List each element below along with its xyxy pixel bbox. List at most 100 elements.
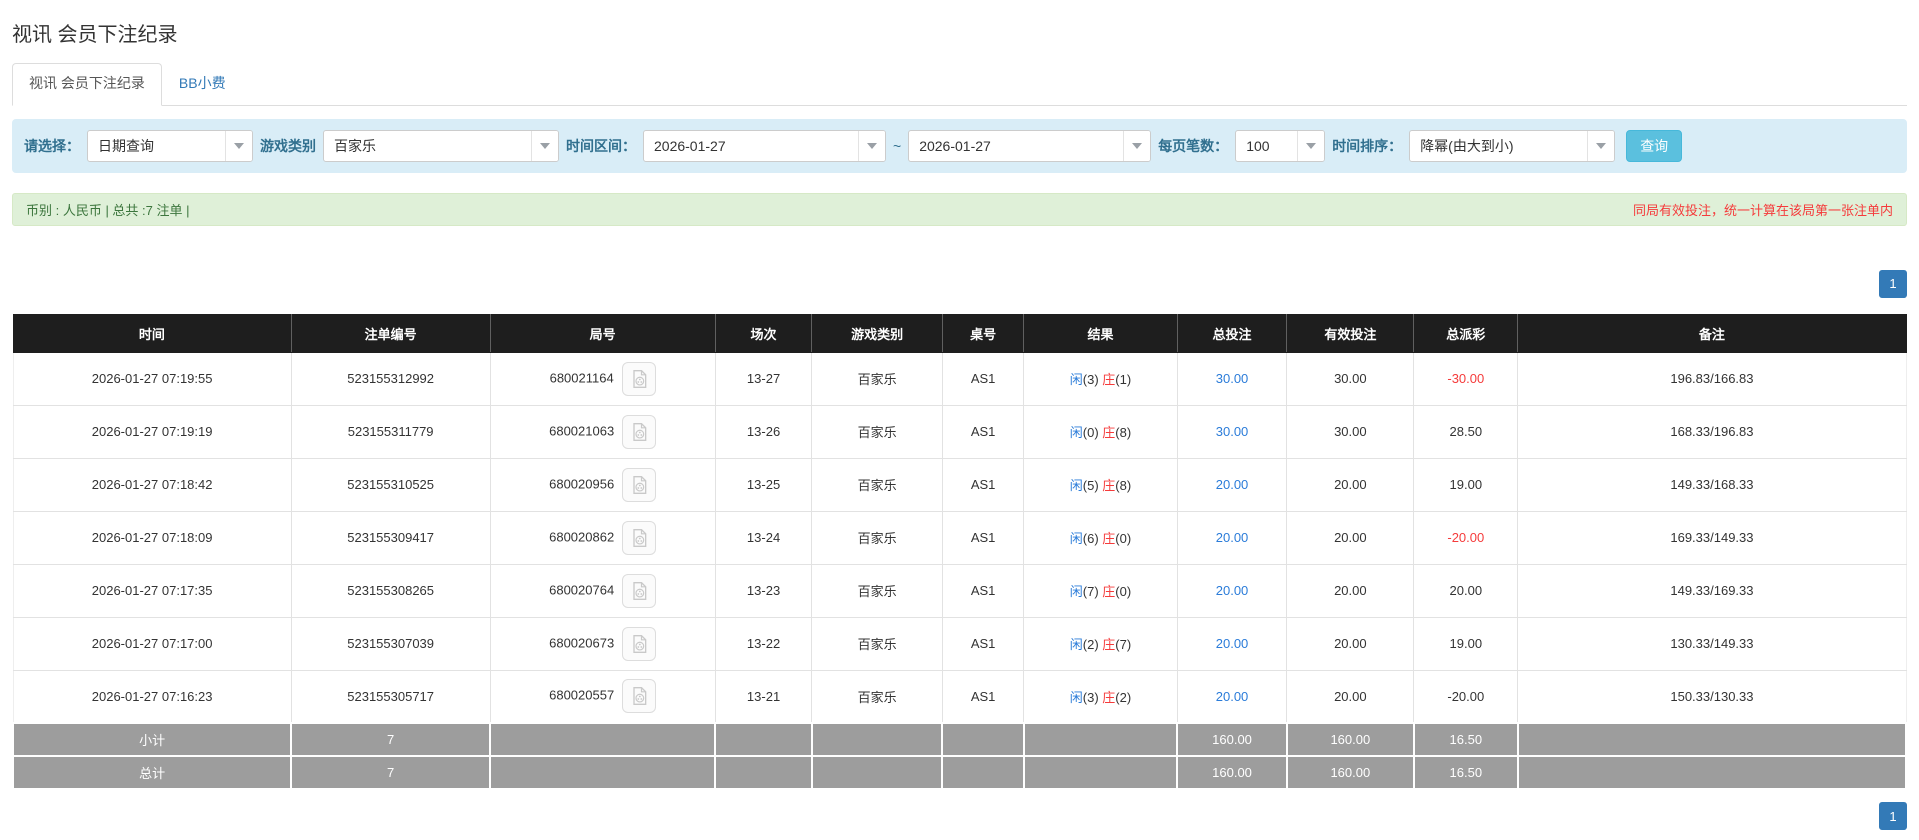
page-size-label: 每页笔数： — [1158, 137, 1229, 154]
summary-label-cell: 小计 — [11, 722, 293, 758]
page-size-value: 100 — [1246, 137, 1270, 154]
player-result-value: (5) — [1082, 478, 1099, 494]
chevron-down-icon[interactable] — [1123, 130, 1151, 161]
result-cell: 闲(0) 庄(8) — [1023, 405, 1178, 459]
game-type-cell: 百家乐 — [811, 458, 943, 512]
bet-id-cell: 523155308265 — [290, 564, 491, 618]
video-replay-button[interactable] — [622, 573, 657, 608]
date-to-picker[interactable]: 2026-01-27 — [908, 129, 1152, 162]
game-type-select[interactable]: 百家乐 — [323, 129, 559, 162]
date-from-picker[interactable]: 2026-01-27 — [643, 129, 886, 162]
remark-cell: 169.33/149.33 — [1517, 511, 1907, 565]
session-cell: 13-25 — [714, 458, 813, 512]
valid-bet-cell: 20.00 — [1286, 670, 1415, 724]
tab-bar: 视讯 会员下注纪录 BB小费 — [12, 63, 1907, 106]
payout-cell: 20.00 — [1413, 564, 1519, 618]
query-type-select[interactable]: 日期查询 — [87, 129, 253, 162]
sort-value: 降幂(由大到小) — [1420, 137, 1514, 154]
table-no-cell: AS1 — [941, 670, 1025, 724]
table-row: 2026-01-27 07:18:42 523155310525 6800209… — [12, 458, 1907, 512]
column-header: 局号 — [490, 313, 716, 353]
video-replay-button[interactable] — [622, 626, 657, 661]
payout-cell: -30.00 — [1413, 352, 1519, 406]
chevron-down-icon[interactable] — [1587, 130, 1615, 161]
round-id: 680020557 — [549, 687, 615, 703]
bet-id-cell: 523155312992 — [290, 352, 491, 406]
video-replay-button[interactable] — [622, 414, 657, 449]
page-1-button[interactable]: 1 — [1879, 269, 1907, 298]
total-bet-link[interactable]: 20.00 — [1216, 689, 1249, 704]
total-bet-link[interactable]: 30.00 — [1216, 371, 1249, 386]
total-bet-cell: 30.00 — [1176, 352, 1288, 406]
summary-valid-bet-cell: 160.00 — [1285, 755, 1415, 791]
player-result-value: (3) — [1082, 372, 1099, 388]
film-file-icon — [633, 422, 647, 441]
player-result-value: (0) — [1082, 425, 1099, 441]
tab-bb-tips[interactable]: BB小费 — [162, 63, 243, 105]
table-row: 2026-01-27 07:19:19 523155311779 6800210… — [12, 405, 1907, 459]
bet-id-cell: 523155305717 — [290, 670, 491, 724]
player-result-label: 闲 — [1069, 689, 1083, 705]
betting-records-table: 时间 注单编号 局号 场次 游戏类别 桌号 结果 总投注 有效投注 总派彩 备注 2026-01-2… — [11, 313, 1908, 791]
column-header: 时间 — [13, 313, 292, 353]
banker-result-label: 庄 — [1102, 637, 1116, 653]
total-bet-link[interactable]: 20.00 — [1216, 636, 1249, 651]
date-separator: ~ — [893, 137, 902, 154]
total-bet-link[interactable]: 20.00 — [1216, 530, 1249, 545]
player-result-value: (3) — [1082, 689, 1099, 705]
video-replay-button[interactable] — [622, 520, 657, 555]
summary-currency-count: 币别 : 人民币 | 总共 :7 注单 | — [26, 202, 190, 218]
session-cell: 13-23 — [714, 564, 813, 618]
summary-label-cell: 总计 — [11, 755, 293, 791]
summary-payout-cell: 16.50 — [1412, 755, 1519, 791]
video-replay-button[interactable] — [622, 679, 657, 714]
result-cell: 闲(2) 庄(7) — [1023, 617, 1178, 671]
chevron-down-icon[interactable] — [531, 130, 558, 161]
sort-select[interactable]: 降幂(由大到小) — [1409, 129, 1616, 162]
page-1-button[interactable]: 1 — [1879, 802, 1907, 831]
chevron-down-icon[interactable] — [1297, 130, 1325, 161]
date-from-value: 2026-01-27 — [654, 137, 726, 154]
valid-bet-cell: 20.00 — [1286, 564, 1415, 618]
bet-id-cell: 523155307039 — [290, 617, 491, 671]
query-type-label: 请选择： — [24, 137, 80, 154]
session-cell: 13-24 — [714, 511, 813, 565]
total-bet-link[interactable]: 30.00 — [1216, 424, 1249, 439]
summary-payout-cell: 16.50 — [1412, 722, 1519, 758]
column-header: 总派彩 — [1413, 313, 1519, 353]
player-result-label: 闲 — [1069, 584, 1083, 600]
total-bet-link[interactable]: 20.00 — [1216, 583, 1249, 598]
summary-total-bet-cell: 160.00 — [1176, 755, 1288, 791]
result-cell: 闲(3) 庄(2) — [1023, 670, 1178, 724]
video-replay-button[interactable] — [622, 467, 657, 502]
table-row: 2026-01-27 07:17:00 523155307039 6800206… — [12, 617, 1907, 671]
game-type-cell: 百家乐 — [811, 352, 943, 406]
remark-cell: 130.33/149.33 — [1517, 617, 1907, 671]
banker-result-value: (2) — [1115, 689, 1132, 705]
date-to-value: 2026-01-27 — [919, 137, 991, 154]
bet-id-cell: 523155311779 — [290, 405, 491, 459]
tab-betting-records[interactable]: 视讯 会员下注纪录 — [12, 63, 162, 106]
total-bet-link[interactable]: 20.00 — [1216, 477, 1249, 492]
player-result-label: 闲 — [1069, 372, 1083, 388]
round-id: 680021164 — [549, 370, 614, 386]
table-header-row: 时间 注单编号 局号 场次 游戏类别 桌号 结果 总投注 有效投注 总派彩 备注 — [13, 313, 1907, 353]
chevron-down-icon[interactable] — [225, 130, 252, 161]
payout-cell: 19.00 — [1413, 617, 1519, 671]
banker-result-label: 庄 — [1102, 372, 1116, 388]
player-result-value: (2) — [1082, 637, 1099, 653]
chevron-down-icon[interactable] — [858, 130, 885, 161]
table-no-cell: AS1 — [941, 458, 1025, 512]
column-header: 桌号 — [942, 313, 1025, 353]
round-id: 680020956 — [549, 476, 615, 492]
page-size-select[interactable]: 100 — [1235, 129, 1326, 162]
video-replay-button[interactable] — [621, 361, 656, 396]
bet-id-cell: 523155310525 — [290, 458, 491, 512]
game-type-cell: 百家乐 — [811, 405, 943, 459]
column-header: 结果 — [1023, 313, 1178, 353]
banker-result-label: 庄 — [1102, 478, 1116, 494]
result-cell: 闲(5) 庄(8) — [1023, 458, 1178, 512]
query-button[interactable]: 查询 — [1626, 129, 1683, 162]
round-id: 680020673 — [549, 635, 615, 651]
summary-count-cell: 7 — [290, 755, 492, 791]
